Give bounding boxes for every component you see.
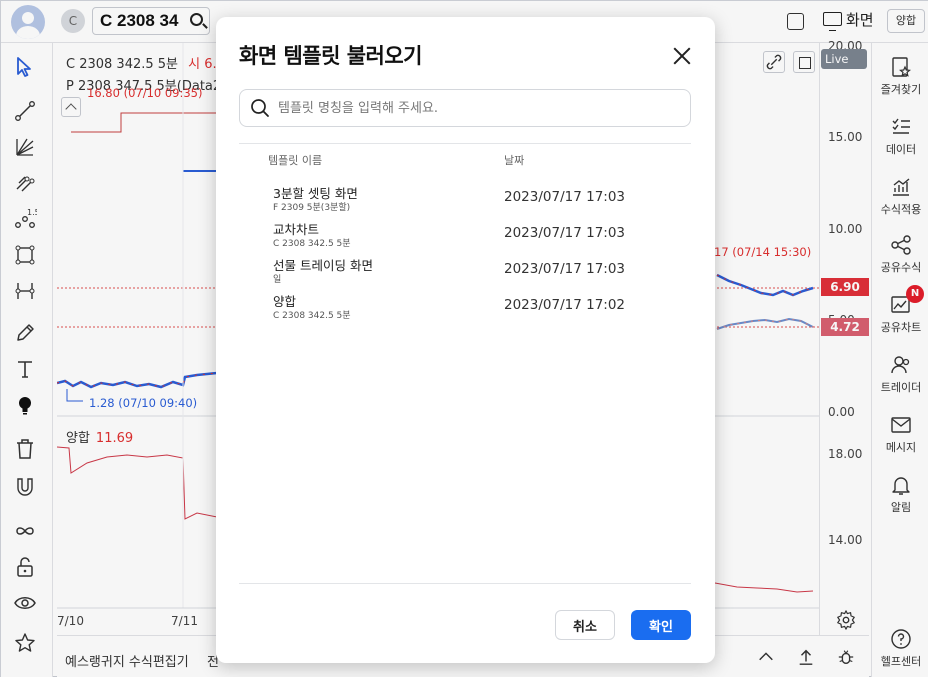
template-load-dialog: 화면 템플릿 불러오기 템플릿 이름 날짜 3분할 셋팅 화면 F 2309 5… (216, 17, 715, 663)
template-date: 2023/07/17 17:03 (504, 189, 626, 205)
template-row[interactable]: 양합 C 2308 342.5 5분 2023/07/17 17:02 (239, 291, 691, 325)
template-search-input[interactable] (278, 95, 678, 121)
template-subtitle: 일 (273, 275, 282, 285)
template-row[interactable]: 선물 트레이딩 화면 일 2023/07/17 17:03 (239, 255, 691, 289)
footer-divider (239, 583, 691, 584)
template-row[interactable]: 교차차트 C 2308 342.5 5분 2023/07/17 17:03 (239, 219, 691, 253)
column-header-date: 날짜 (504, 154, 525, 167)
template-name: 선물 트레이딩 화면 (273, 258, 373, 273)
template-subtitle: C 2308 342.5 5분 (273, 311, 351, 321)
template-date: 2023/07/17 17:03 (504, 225, 626, 241)
header-divider (239, 143, 691, 144)
template-subtitle: C 2308 342.5 5분 (273, 239, 351, 249)
column-header-name: 템플릿 이름 (268, 154, 323, 167)
template-date: 2023/07/17 17:03 (504, 261, 626, 277)
search-icon (251, 99, 269, 117)
cancel-button[interactable]: 취소 (555, 610, 615, 640)
close-icon[interactable] (671, 45, 693, 67)
template-search-box[interactable] (239, 89, 691, 127)
app-window: C C 2308 34 화면 양합 1.5 (0, 0, 928, 677)
confirm-button[interactable]: 확인 (631, 610, 691, 640)
dialog-title: 화면 템플릿 불러오기 (239, 44, 423, 68)
template-subtitle: F 2309 5분(3분할) (273, 203, 351, 213)
template-date: 2023/07/17 17:02 (504, 297, 626, 313)
template-row[interactable]: 3분할 셋팅 화면 F 2309 5분(3분할) 2023/07/17 17:0… (239, 183, 691, 217)
